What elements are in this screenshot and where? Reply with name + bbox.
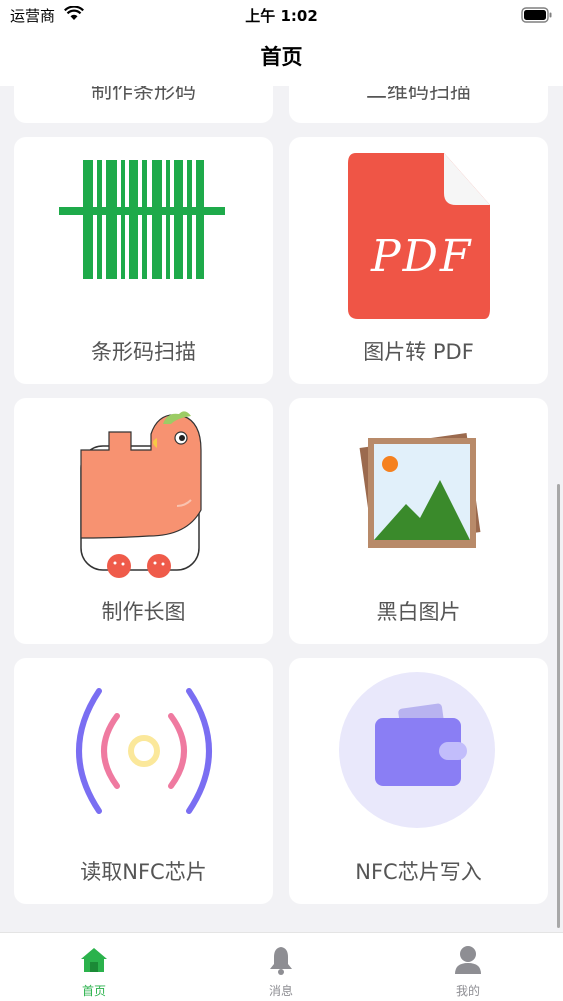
status-time: 上午 1:02	[245, 7, 318, 25]
navigation-bar: 首页	[0, 30, 563, 86]
feature-card-make-barcode[interactable]: 制作条形码	[14, 86, 273, 123]
pdf-icon-text: PDF	[370, 231, 472, 282]
dinosaur-icon	[79, 411, 202, 578]
home-icon	[81, 948, 107, 972]
pdf-file-icon: PDF	[347, 153, 490, 319]
wallet-icon	[338, 672, 495, 828]
feature-card-label: 图片转 PDF	[363, 340, 474, 364]
page-title: 首页	[260, 45, 303, 69]
feature-card-label: NFC芯片写入	[355, 860, 482, 884]
feature-card-barcode-scan[interactable]: 条形码扫描	[14, 137, 273, 384]
battery-icon	[521, 7, 552, 23]
feature-card-label: 黑白图片	[376, 600, 461, 624]
tab-home[interactable]: 首页	[34, 933, 154, 1001]
feature-card-long-image[interactable]: 制作长图	[14, 398, 273, 644]
status-bar: 运营商 上午 1:02	[0, 0, 563, 30]
feature-card-label: 制作条形码	[91, 86, 196, 103]
tab-profile-label: 我的	[455, 984, 480, 998]
feature-grid[interactable]: 制作条形码 二维码扫描 条形码扫描 PDF 图片转 PDF 制作长图 黑白图片 …	[0, 86, 563, 932]
feature-card-qr-scan[interactable]: 二维码扫描	[289, 86, 548, 123]
photo-icon	[359, 432, 480, 548]
barcode-icon	[58, 160, 225, 279]
feature-card-image-to-pdf[interactable]: PDF 图片转 PDF	[289, 137, 548, 384]
bell-icon	[270, 947, 292, 975]
feature-card-label: 读取NFC芯片	[80, 860, 207, 884]
tab-home-label: 首页	[81, 984, 106, 998]
tab-messages[interactable]: 消息	[221, 933, 341, 1001]
tab-profile[interactable]: 我的	[408, 933, 528, 1001]
tab-bar: 首页 消息 我的	[0, 932, 563, 1001]
feature-card-label: 制作长图	[101, 600, 186, 624]
tab-messages-label: 消息	[268, 984, 293, 998]
scroll-indicator[interactable]	[557, 484, 560, 928]
nfc-signal-icon	[75, 688, 212, 814]
feature-card-read-nfc[interactable]: 读取NFC芯片	[14, 658, 273, 904]
feature-card-write-nfc[interactable]: NFC芯片写入	[289, 658, 548, 904]
feature-card-label: 二维码扫描	[366, 86, 471, 103]
person-icon	[455, 946, 481, 974]
feature-card-label: 条形码扫描	[91, 340, 196, 364]
feature-card-black-white-image[interactable]: 黑白图片	[289, 398, 548, 644]
